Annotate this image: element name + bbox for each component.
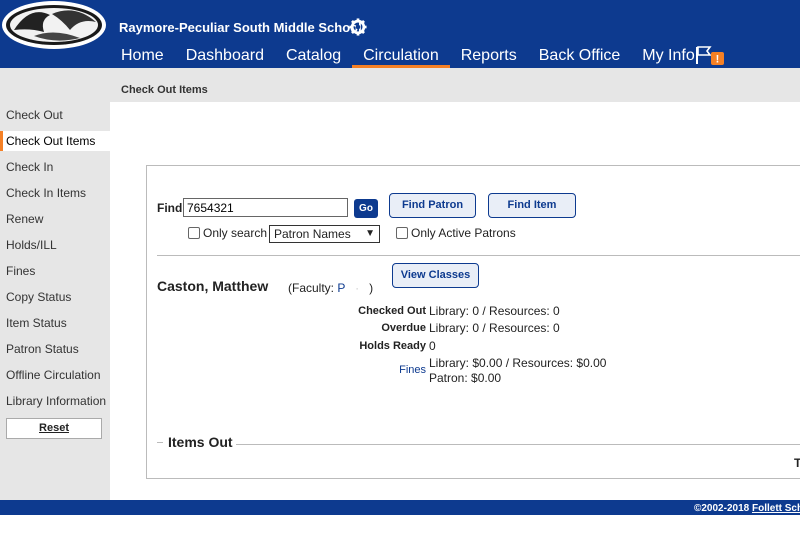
sidebar-item-renew[interactable]: Renew (6, 212, 43, 226)
search-scope-value: Patron Names (274, 227, 351, 241)
main-nav: Home Dashboard Catalog Circulation Repor… (110, 44, 706, 68)
copyright-text: ©2002-2018 (694, 503, 750, 514)
sidebar-item-check-in[interactable]: Check In (6, 160, 53, 174)
alert-badge: ! (716, 54, 720, 66)
overdue-value: Library: 0 / Resources: 0 (429, 321, 560, 335)
fines-value-library: Library: $0.00 / Resources: $0.00 (429, 356, 607, 370)
items-out-divider (236, 444, 800, 445)
find-input[interactable] (183, 198, 348, 217)
fines-value-patron: Patron: $0.00 (429, 371, 502, 385)
checked-out-label: Checked Out (358, 305, 426, 317)
nav-dashboard[interactable]: Dashboard (175, 44, 275, 68)
gear-icon[interactable] (349, 18, 367, 36)
top-header: Raymore-Peculiar South Middle School Hom… (0, 0, 800, 68)
only-active-checkbox[interactable] (396, 227, 408, 239)
breadcrumb-bar: Check Out Items (110, 68, 800, 102)
only-active-option[interactable]: Only Active Patrons (396, 226, 516, 240)
only-active-label: Only Active Patrons (411, 226, 516, 240)
nav-catalog[interactable]: Catalog (275, 44, 352, 68)
sidebar-item-library-information[interactable]: Library Information (6, 394, 106, 408)
nav-back-office[interactable]: Back Office (528, 44, 632, 68)
sidebar-item-holds-ill[interactable]: Holds/ILL (6, 238, 57, 252)
school-logo (0, 0, 108, 52)
patron-type-prefix: (Faculty: (288, 281, 335, 295)
sidebar-item-copy-status[interactable]: Copy Status (6, 290, 71, 304)
search-scope-select[interactable]: Patron Names ▼ (269, 225, 380, 243)
holds-ready-label: Holds Ready (359, 340, 426, 352)
only-search-option[interactable]: Only search (188, 226, 267, 240)
patron-type: (Faculty: P · ) (288, 281, 374, 295)
view-classes-button[interactable]: View Classes (392, 263, 479, 288)
sidebar-item-check-in-items[interactable]: Check In Items (6, 186, 86, 200)
find-label: Find (157, 201, 183, 215)
patron-type-suffix: ) (369, 281, 374, 295)
nav-circulation[interactable]: Circulation (352, 44, 450, 68)
reset-button[interactable]: Reset (6, 418, 102, 439)
sidebar-item-item-status[interactable]: Item Status (6, 316, 67, 330)
section-divider (157, 255, 800, 256)
find-patron-button[interactable]: Find Patron (389, 193, 476, 218)
sidebar: Check Out Check Out Items Check In Check… (0, 68, 110, 500)
sidebar-item-check-out-items[interactable]: Check Out Items (0, 131, 110, 151)
sidebar-item-fines[interactable]: Fines (6, 264, 35, 278)
copyright: ©2002-2018 Follett Sch (694, 503, 800, 514)
company-link[interactable]: Follett Sch (752, 503, 800, 514)
checked-out-value: Library: 0 / Resources: 0 (429, 304, 560, 318)
nav-reports[interactable]: Reports (450, 44, 528, 68)
only-search-checkbox[interactable] (188, 227, 200, 239)
go-button[interactable]: Go (354, 199, 378, 218)
fines-link[interactable]: Fines (346, 364, 426, 376)
nav-home[interactable]: Home (110, 44, 175, 68)
items-out-title: Items Out (168, 434, 233, 450)
breadcrumb: Check Out Items (121, 84, 208, 96)
patron-name: Caston, Matthew (157, 278, 269, 294)
overdue-label: Overdue (381, 322, 426, 334)
find-item-button[interactable]: Find Item (488, 193, 576, 218)
school-name: Raymore-Peculiar South Middle School (119, 20, 362, 35)
patron-type-link[interactable]: P (337, 281, 345, 295)
items-out-tick (157, 442, 163, 443)
truncated-text: T (794, 456, 800, 470)
sidebar-item-patron-status[interactable]: Patron Status (6, 342, 79, 356)
chevron-down-icon: ▼ (365, 228, 375, 239)
flag-alert-icon[interactable]: ! (695, 44, 729, 66)
holds-ready-value: 0 (429, 339, 436, 353)
sidebar-item-check-out[interactable]: Check Out (6, 108, 63, 122)
sidebar-item-offline-circulation[interactable]: Offline Circulation (6, 368, 101, 382)
footer-bar (0, 500, 800, 515)
only-search-label: Only search (203, 226, 268, 240)
